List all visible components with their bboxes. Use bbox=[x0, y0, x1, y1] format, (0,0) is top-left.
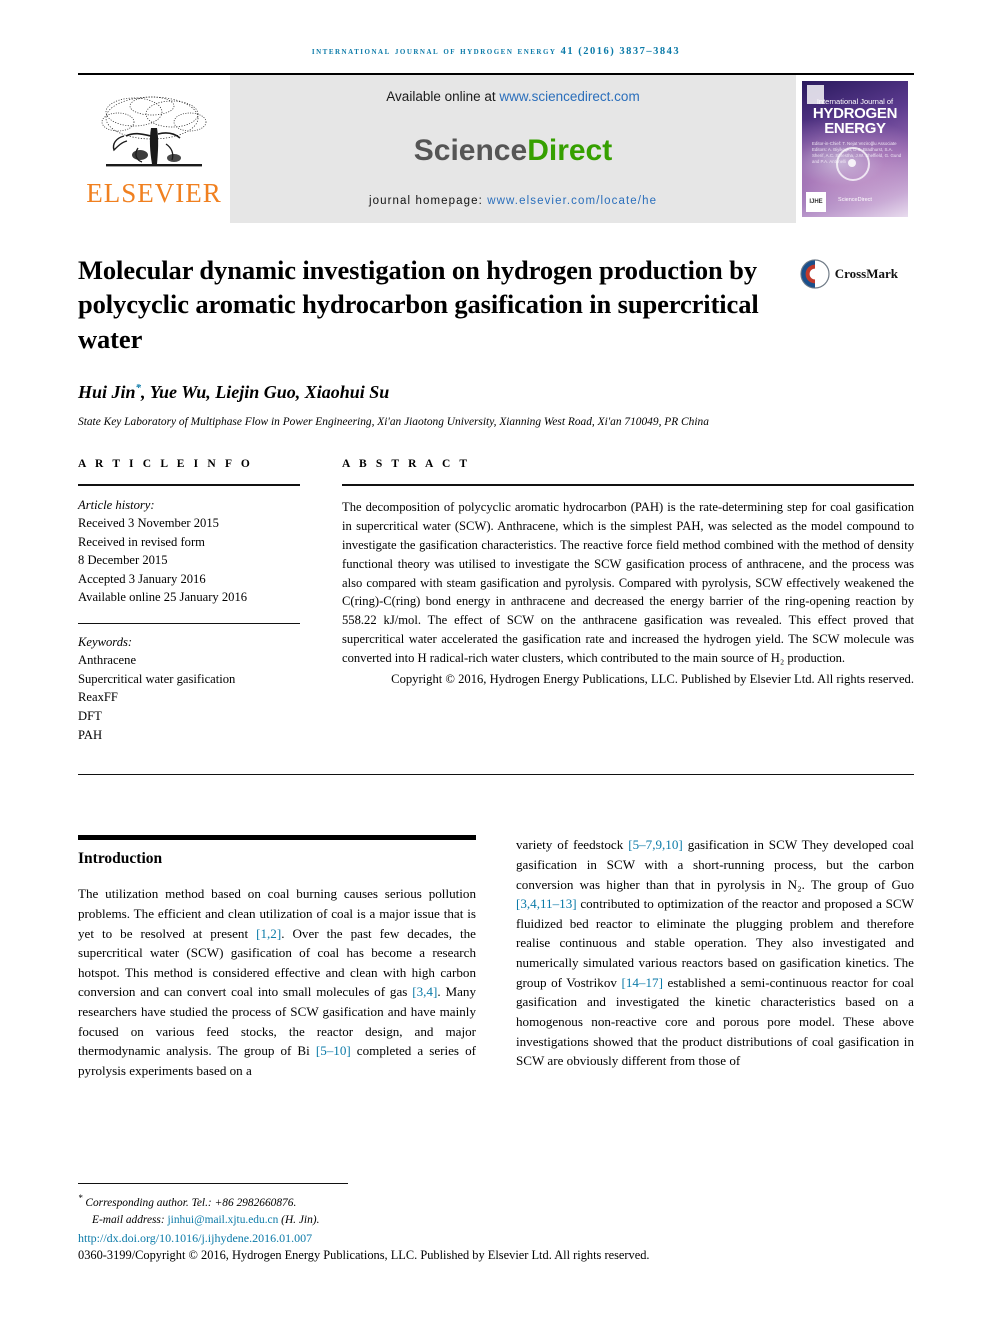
elsevier-wordmark: ELSEVIER bbox=[86, 177, 222, 208]
body-column-left: Introduction The utilization method base… bbox=[78, 835, 476, 1080]
email-suffix: (H. Jin). bbox=[278, 1213, 320, 1226]
crossmark-badge[interactable]: CrossMark bbox=[778, 253, 898, 356]
email-label: E-mail address: bbox=[92, 1213, 168, 1226]
journal-homepage-link[interactable]: www.elsevier.com/locate/he bbox=[487, 195, 657, 207]
keywords-label: Keywords: bbox=[78, 635, 133, 650]
sciencedirect-logo-science: Science bbox=[413, 133, 528, 167]
history-item: Accepted 3 January 2016 bbox=[78, 571, 206, 586]
citation-link[interactable]: [14–17] bbox=[621, 975, 662, 990]
footer-copyright: 0360-3199/Copyright © 2016, Hydrogen Ene… bbox=[78, 1248, 650, 1262]
author-first: Hui Jin bbox=[78, 382, 136, 403]
journal-cover-image[interactable]: International Journal of HYDROGEN ENERGY… bbox=[802, 81, 908, 217]
article-info-column: A R T I C L E I N F O Article history: R… bbox=[78, 458, 300, 744]
keywords-divider bbox=[78, 623, 300, 625]
intro-paragraph-left: The utilization method based on coal bur… bbox=[78, 884, 476, 1080]
doi-link[interactable]: http://dx.doi.org/10.1016/j.ijhydene.201… bbox=[78, 1231, 914, 1246]
abstract-column: A B S T R A C T The decomposition of pol… bbox=[342, 458, 914, 744]
cover-sciencedirect-badge: ScienceDirect bbox=[838, 197, 872, 203]
article-history-label: Article history: bbox=[78, 497, 155, 512]
journal-cover-container: International Journal of HYDROGEN ENERGY… bbox=[796, 75, 914, 223]
abstract-bottom-rule bbox=[78, 774, 914, 776]
citation-link[interactable]: [3,4] bbox=[412, 984, 437, 999]
info-abstract-block: A R T I C L E I N F O Article history: R… bbox=[78, 458, 914, 744]
section-heading-introduction: Introduction bbox=[78, 850, 163, 868]
page-title: Molecular dynamic investigation on hydro… bbox=[78, 255, 759, 354]
elsevier-logo: ELSEVIER bbox=[78, 75, 230, 223]
available-online-prefix: Available online at bbox=[386, 89, 500, 104]
available-online-line: Available online at www.sciencedirect.co… bbox=[386, 89, 639, 104]
history-item: Received 3 November 2015 bbox=[78, 515, 219, 530]
citation-link[interactable]: [3,4,11–13] bbox=[516, 896, 577, 911]
crossmark-label: CrossMark bbox=[834, 266, 898, 281]
running-head: International Journal of Hydrogen Energy… bbox=[311, 46, 681, 57]
email-link[interactable]: jinhui@mail.xjtu.edu.cn bbox=[168, 1214, 279, 1226]
corresponding-author-text: Corresponding author. Tel.: +86 29826608… bbox=[82, 1196, 297, 1209]
body-column-right: variety of feedstock [5–7,9,10] gasifica… bbox=[516, 835, 914, 1080]
abstract-heading: A B S T R A C T bbox=[342, 457, 471, 470]
sciencedirect-url-link[interactable]: www.sciencedirect.com bbox=[499, 89, 639, 104]
elsevier-tree-icon bbox=[101, 96, 207, 166]
keyword-item: PAH bbox=[78, 727, 103, 742]
history-item: 8 December 2015 bbox=[78, 553, 168, 568]
author-list: Hui Jin*, Yue Wu, Liejin Guo, Xiaohui Su bbox=[78, 382, 914, 403]
intro-text-e: variety of feedstock bbox=[516, 837, 629, 853]
article-info-rule bbox=[78, 483, 300, 486]
abstract-copyright: Copyright © 2016, Hydrogen Energy Public… bbox=[391, 672, 914, 686]
cover-title-line2: HYDROGEN ENERGY bbox=[802, 106, 908, 137]
keyword-item: Supercritical water gasification bbox=[78, 671, 236, 686]
citation-link[interactable]: [1,2] bbox=[256, 926, 281, 941]
title-row: Molecular dynamic investigation on hydro… bbox=[78, 253, 914, 356]
keyword-item: ReaxFF bbox=[78, 690, 118, 705]
affiliation: State Key Laboratory of Multiphase Flow … bbox=[78, 416, 709, 429]
keyword-item: Anthracene bbox=[78, 653, 137, 668]
abstract-text: The decomposition of polycyclic aromatic… bbox=[342, 499, 914, 666]
journal-homepage-line: journal homepage: www.elsevier.com/locat… bbox=[369, 195, 657, 207]
section-rule bbox=[78, 835, 476, 841]
sciencedirect-banner: Available online at www.sciencedirect.co… bbox=[230, 75, 796, 223]
keyword-item: DFT bbox=[78, 708, 102, 723]
intro-paragraph-right: variety of feedstock [5–7,9,10] gasifica… bbox=[516, 835, 914, 1071]
citation-link[interactable]: [5–7,9,10] bbox=[628, 837, 683, 852]
crossmark-icon bbox=[800, 259, 830, 289]
body-columns: Introduction The utilization method base… bbox=[78, 835, 914, 1080]
article-info-heading: A R T I C L E I N F O bbox=[78, 457, 253, 470]
journal-homepage-label: journal homepage: bbox=[368, 195, 488, 207]
email-note: E-mail address: jinhui@mail.xjtu.edu.cn … bbox=[78, 1212, 914, 1229]
article-page: International Journal of Hydrogen Energy… bbox=[0, 0, 992, 1323]
journal-masthead: ELSEVIER Available online at www.science… bbox=[78, 73, 914, 223]
page-footer: * Corresponding author. Tel.: +86 298266… bbox=[78, 1182, 914, 1263]
abstract-rule bbox=[342, 483, 914, 486]
history-item: Received in revised form bbox=[78, 534, 205, 549]
history-item: Available online 25 January 2016 bbox=[78, 590, 248, 605]
corresponding-author-note: * Corresponding author. Tel.: +86 298266… bbox=[78, 1192, 914, 1212]
authors-remaining: , Yue Wu, Liejin Guo, Xiaohui Su bbox=[141, 382, 390, 403]
cover-ring-graphic bbox=[836, 147, 870, 181]
cover-energy-word: ENERGY bbox=[824, 120, 886, 138]
sciencedirect-logo-direct: Direct bbox=[527, 133, 613, 167]
citation-link[interactable]: [5–10] bbox=[316, 1043, 351, 1058]
sciencedirect-logo[interactable]: ScienceDirect bbox=[414, 134, 612, 168]
footnote-rule bbox=[78, 1182, 348, 1184]
